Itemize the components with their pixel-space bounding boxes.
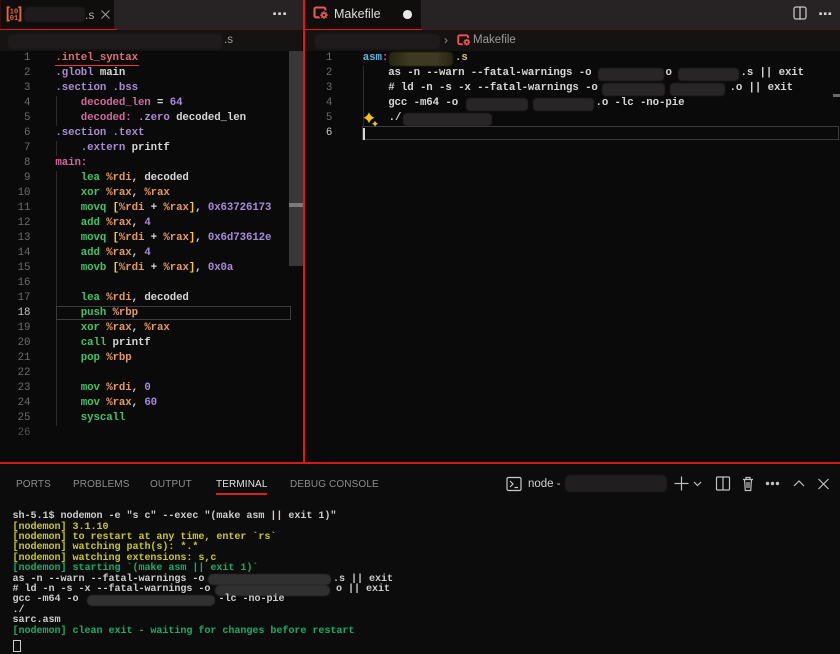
- svg-text:01: 01: [10, 15, 18, 22]
